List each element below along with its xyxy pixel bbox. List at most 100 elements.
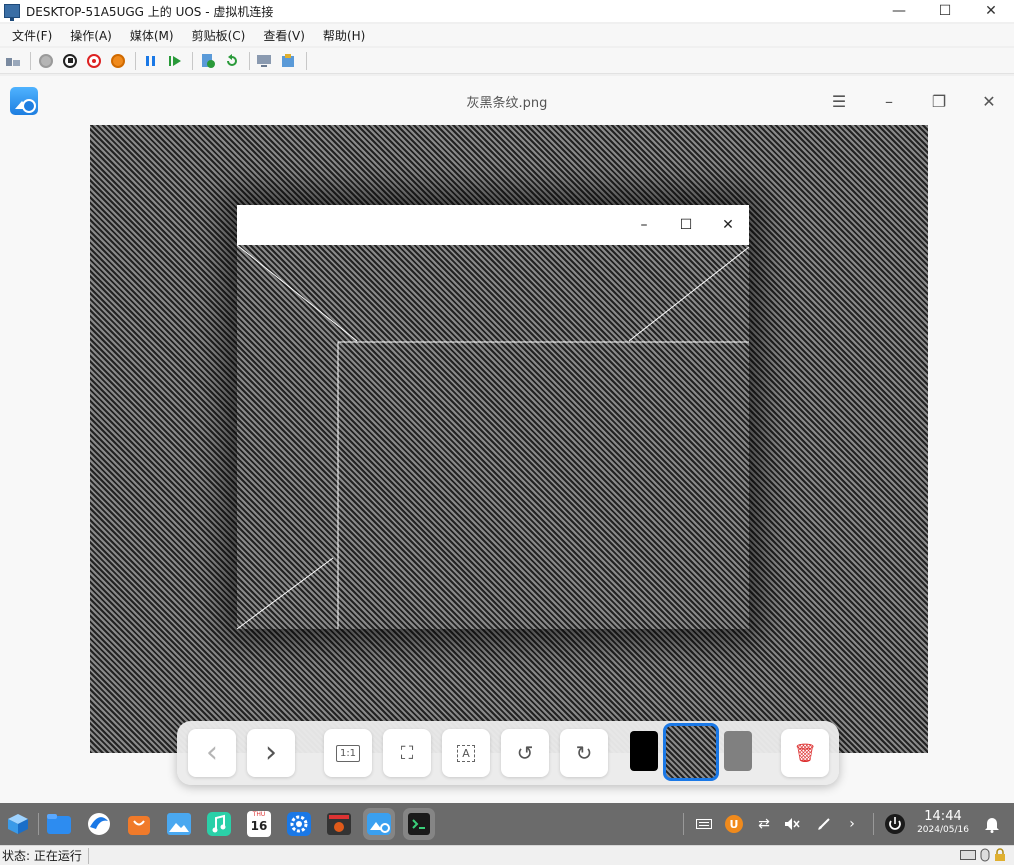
chevron-right-icon: ›: [265, 735, 277, 770]
screenshot-window-body: [237, 245, 749, 629]
menu-clipboard[interactable]: 剪贴板(C): [186, 27, 252, 44]
keyboard-status-icon: [960, 850, 976, 860]
file-manager-button[interactable]: [43, 808, 75, 840]
launcher-cube-icon: [8, 814, 28, 834]
guest-taskbar: THU 16 U ⇄ › 14:44 2024/05/16: [0, 803, 1014, 845]
thumbnail-gray[interactable]: [724, 731, 752, 771]
pen-tray-button[interactable]: [812, 803, 836, 845]
screenshot-window: – ☐ ✕: [237, 205, 749, 629]
image-viewer-icon: [367, 813, 391, 835]
ctrl-alt-del-button[interactable]: [2, 50, 24, 72]
viewer-maximize-button[interactable]: ❐: [914, 84, 964, 118]
input-method-tray-button[interactable]: U: [722, 803, 746, 845]
fit-window-button[interactable]: ⛶: [383, 729, 431, 777]
menu-media[interactable]: 媒体(M): [124, 27, 180, 44]
gear-icon: [287, 812, 311, 836]
host-menu-bar: 文件(F) 操作(A) 媒体(M) 剪贴板(C) 查看(V) 帮助(H): [0, 24, 1014, 46]
resume-button[interactable]: [164, 50, 186, 72]
keyboard-tray-button[interactable]: [692, 803, 716, 845]
mouse-status-icon: [980, 848, 990, 862]
screenshot-minimize-icon: –: [640, 217, 648, 233]
original-size-button[interactable]: 1:1: [324, 729, 372, 777]
menu-help[interactable]: 帮助(H): [317, 27, 371, 44]
photo-icon: [167, 813, 191, 835]
launcher-button[interactable]: [2, 808, 34, 840]
shutdown-button[interactable]: [83, 50, 105, 72]
screen-recorder-button[interactable]: [323, 808, 355, 840]
image-viewer-window: 灰黑条纹.png ☰ – ❐ ✕ – ☐ ✕ ‹ › 1:1 ⛶ A ↺ ↻ 🗑: [0, 76, 1014, 803]
shopping-bag-icon: [128, 816, 150, 835]
browser-button[interactable]: [83, 808, 115, 840]
enhanced-session-button[interactable]: [254, 50, 276, 72]
clock-time: 14:44: [924, 809, 962, 824]
trash-icon: 🗑: [793, 742, 817, 764]
save-button[interactable]: [107, 50, 129, 72]
volume-muted-icon: [785, 818, 800, 830]
next-image-button[interactable]: ›: [247, 729, 295, 777]
viewer-close-button[interactable]: ✕: [964, 84, 1014, 118]
host-status-bar: 状态: 正在运行: [0, 845, 1014, 865]
thumbnail-current[interactable]: [663, 723, 719, 781]
network-arrows-icon: ⇄: [758, 816, 770, 832]
host-minimize-button[interactable]: —: [876, 0, 922, 22]
share-button[interactable]: [278, 50, 300, 72]
ctrl-alt-del-icon: [6, 57, 20, 66]
ocr-button[interactable]: A: [442, 729, 490, 777]
rotate-left-button[interactable]: ↺: [501, 729, 549, 777]
checkpoint-icon: [202, 53, 215, 68]
volume-tray-button[interactable]: [780, 803, 804, 845]
viewer-minimize-button[interactable]: –: [864, 84, 914, 118]
host-window-title: DESKTOP-51A5UGG 上的 UOS - 虚拟机连接: [26, 4, 274, 19]
host-maximize-button[interactable]: ☐: [922, 0, 968, 22]
notification-button[interactable]: [980, 803, 1004, 845]
app-store-button[interactable]: [123, 808, 155, 840]
fit-window-icon: ⛶: [400, 742, 414, 764]
pause-button[interactable]: [140, 50, 162, 72]
host-toolbar: [0, 48, 1014, 74]
image-viewer-active-button[interactable]: [363, 808, 395, 840]
power-icon: [885, 814, 905, 834]
previous-image-button[interactable]: ‹: [188, 729, 236, 777]
network-tray-button[interactable]: ⇄: [752, 803, 776, 845]
chevron-right-icon: ›: [849, 816, 855, 832]
music-button[interactable]: [203, 808, 235, 840]
image-viewer-taskbar-button[interactable]: [163, 808, 195, 840]
vm-connection-icon: [4, 4, 20, 21]
menu-view[interactable]: 查看(V): [257, 27, 311, 44]
menu-action[interactable]: 操作(A): [64, 27, 118, 44]
original-size-icon: 1:1: [335, 744, 361, 762]
calendar-button[interactable]: THU 16: [243, 808, 275, 840]
host-title-bar: DESKTOP-51A5UGG 上的 UOS - 虚拟机连接 — ☐ ✕: [0, 0, 1014, 22]
checkpoint-button[interactable]: [197, 50, 219, 72]
folder-icon: [47, 814, 71, 834]
music-note-icon: [207, 812, 231, 836]
power-icon: [111, 53, 125, 68]
resume-icon: [169, 55, 181, 66]
terminal-button[interactable]: [403, 808, 435, 840]
image-canvas[interactable]: – ☐ ✕: [90, 125, 928, 753]
viewer-menu-button[interactable]: ☰: [814, 84, 864, 118]
viewer-bottom-toolbar: ‹ › 1:1 ⛶ A ↺ ↻ 🗑: [177, 721, 839, 785]
revert-button[interactable]: [221, 50, 243, 72]
turn-off-button[interactable]: [59, 50, 81, 72]
ocr-icon: A: [457, 744, 475, 762]
thumbnail-black[interactable]: [630, 731, 658, 771]
screenshot-close-icon: ✕: [722, 217, 734, 233]
bell-icon: [985, 818, 999, 833]
tray-expand-button[interactable]: ›: [842, 803, 862, 845]
pause-icon: [146, 55, 155, 66]
stop-icon: [63, 53, 77, 68]
chevron-left-icon: ‹: [206, 735, 218, 770]
settings-button[interactable]: [283, 808, 315, 840]
power-tray-button[interactable]: [880, 803, 910, 845]
rotate-right-button[interactable]: ↻: [560, 729, 608, 777]
start-button[interactable]: [35, 50, 57, 72]
vm-status-text: 状态: 正在运行: [2, 849, 82, 863]
menu-file[interactable]: 文件(F): [6, 27, 58, 44]
delete-button[interactable]: 🗑: [781, 729, 829, 777]
rotate-left-icon: ↺: [516, 741, 534, 765]
host-close-button[interactable]: ✕: [968, 0, 1014, 22]
revert-icon: [227, 53, 237, 66]
taskbar-clock[interactable]: 14:44 2024/05/16: [914, 809, 972, 836]
terminal-icon: [408, 813, 430, 835]
